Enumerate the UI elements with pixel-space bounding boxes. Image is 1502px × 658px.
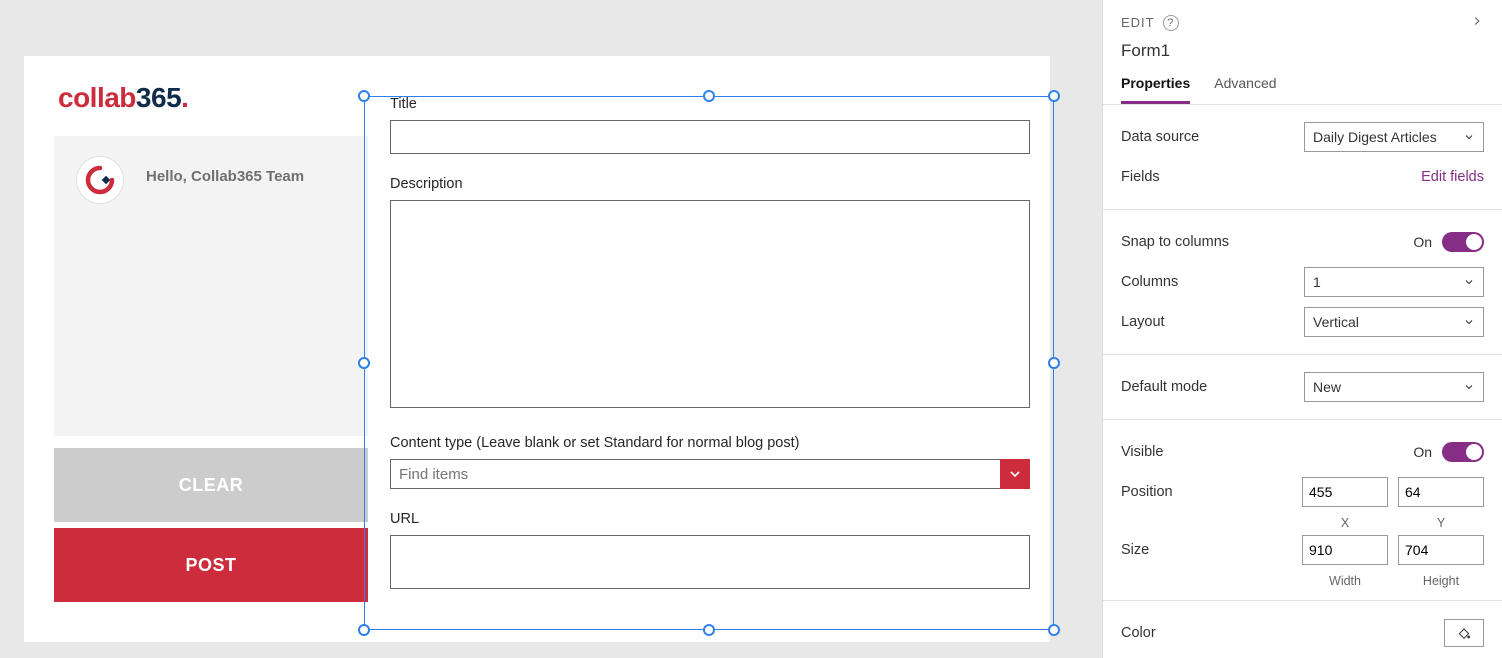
defaultmode-label: Default mode [1121,379,1207,395]
contenttype-dropdown-button[interactable] [1000,459,1030,489]
layout-value: Vertical [1313,314,1359,330]
color-label: Color [1121,625,1156,641]
resize-handle-sw[interactable] [358,624,370,636]
contenttype-label: Content type (Leave blank or set Standar… [390,435,1052,451]
datasource-dropdown[interactable]: Daily Digest Articles [1304,122,1484,152]
panel-tabs: Properties Advanced [1103,75,1502,105]
defaultmode-dropdown[interactable]: New [1304,372,1484,402]
resize-handle-w[interactable] [358,357,370,369]
contenttype-combobox[interactable] [390,459,1030,489]
layout-dropdown[interactable]: Vertical [1304,307,1484,337]
title-input[interactable] [390,120,1030,154]
snap-toggle[interactable] [1442,232,1484,252]
form1[interactable]: Title Description Content type (Leave bl… [368,96,1052,611]
post-button[interactable]: POST [54,528,368,602]
chevron-down-icon [1463,381,1475,393]
datasource-value: Daily Digest Articles [1313,129,1437,145]
design-canvas-wrap: collab365. Hello, Collab365 Team CLEAR P… [0,0,1102,658]
resize-handle-e[interactable] [1048,357,1060,369]
snap-label: Snap to columns [1121,234,1229,250]
chevron-down-icon [1007,466,1023,482]
position-label: Position [1121,484,1173,500]
edit-fields-link[interactable]: Edit fields [1421,169,1484,185]
chevron-right-icon [1470,14,1484,28]
url-label: URL [390,511,1052,527]
selected-object-name: Form1 [1121,41,1484,61]
brand-logo: collab365. [58,82,188,114]
chevron-down-icon [1463,276,1475,288]
chevron-down-icon [1463,316,1475,328]
brand-logo-part2: 365 [136,82,181,113]
description-input[interactable] [390,200,1030,408]
chevron-down-icon [1463,131,1475,143]
size-width-sublabel: Width [1302,574,1388,588]
brand-logo-dot: . [181,82,188,113]
defaultmode-value: New [1313,379,1341,395]
tab-advanced[interactable]: Advanced [1214,75,1276,104]
size-width-input[interactable] [1302,535,1388,565]
help-icon[interactable]: ? [1163,15,1179,31]
size-height-sublabel: Height [1398,574,1484,588]
position-y-sublabel: Y [1398,516,1484,530]
position-x-sublabel: X [1302,516,1388,530]
resize-handle-se[interactable] [1048,624,1060,636]
clear-button-label: CLEAR [179,475,244,496]
avatar-logo-icon [85,165,115,195]
post-button-label: POST [185,555,236,576]
greeting-text: Hello, Collab365 Team [146,168,304,185]
clear-button[interactable]: CLEAR [54,448,368,522]
resize-handle-nw[interactable] [358,90,370,102]
resize-handle-n[interactable] [703,90,715,102]
visible-state: On [1413,444,1432,460]
color-picker-button[interactable] [1444,619,1484,647]
resize-handle-ne[interactable] [1048,90,1060,102]
visible-label: Visible [1121,444,1163,460]
resize-handle-s[interactable] [703,624,715,636]
columns-dropdown[interactable]: 1 [1304,267,1484,297]
contenttype-input[interactable] [390,459,1030,489]
avatar [76,156,124,204]
snap-state: On [1413,234,1432,250]
columns-label: Columns [1121,274,1178,290]
fields-label: Fields [1121,169,1160,185]
paint-bucket-icon [1456,625,1472,641]
url-input[interactable] [390,535,1030,589]
greeting-card: Hello, Collab365 Team [54,136,368,436]
visible-toggle[interactable] [1442,442,1484,462]
layout-label: Layout [1121,314,1165,330]
size-label: Size [1121,542,1149,558]
size-height-input[interactable] [1398,535,1484,565]
panel-mode-label: EDIT [1121,15,1155,30]
datasource-label: Data source [1121,129,1199,145]
app-canvas: collab365. Hello, Collab365 Team CLEAR P… [24,56,1050,642]
tab-properties[interactable]: Properties [1121,75,1190,104]
properties-panel: EDIT ? Form1 Properties Advanced Data so… [1102,0,1502,658]
title-label: Title [390,96,1052,112]
position-x-input[interactable] [1302,477,1388,507]
position-y-input[interactable] [1398,477,1484,507]
brand-logo-part1: collab [58,82,136,113]
panel-collapse-button[interactable] [1470,14,1484,31]
description-label: Description [390,176,1052,192]
columns-value: 1 [1313,274,1321,290]
